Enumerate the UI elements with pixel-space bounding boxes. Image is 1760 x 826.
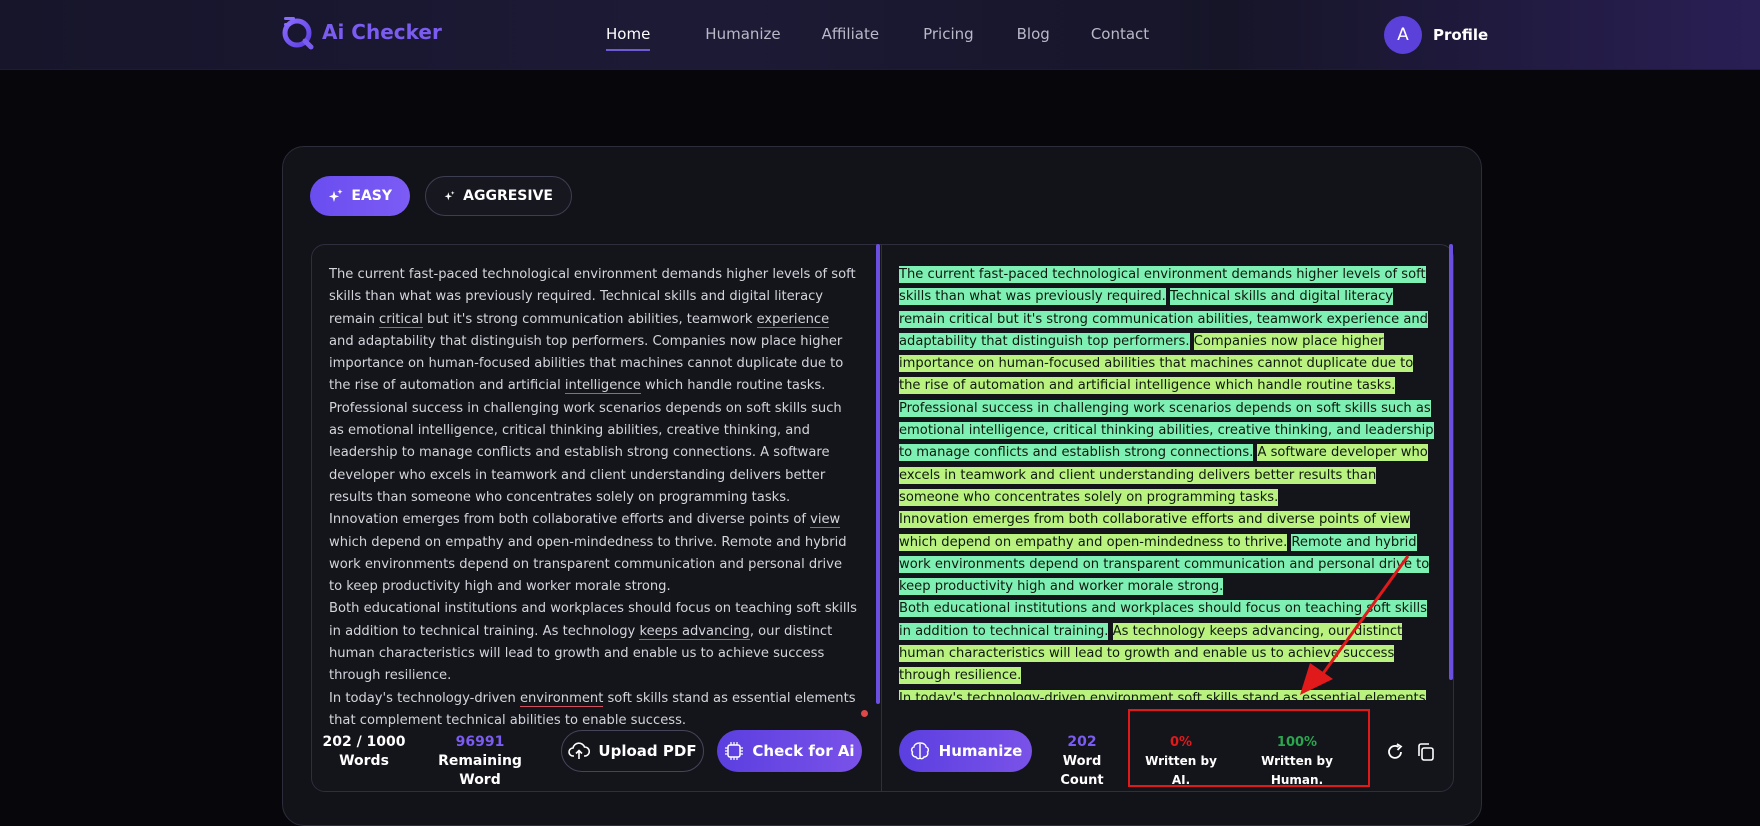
refresh-icon[interactable] [1384, 741, 1406, 763]
main-nav: Home Humanize Affiliate Pricing Blog Con… [606, 25, 1149, 51]
input-text-segment: which handle routine tasks. [640, 378, 826, 394]
input-scrollbar[interactable] [876, 244, 880, 704]
output-paragraph: Professional success in challenging work… [899, 398, 1435, 509]
output-scrollbar[interactable] [1449, 244, 1453, 680]
remaining-words-stat: 96991 Remaining Word [418, 733, 542, 790]
nav-humanize[interactable]: Humanize [705, 25, 780, 43]
input-text-segment: which depend on empathy and open-mindedn… [329, 534, 847, 595]
easy-mode-button[interactable]: EASY [310, 176, 410, 216]
input-text-segment: Professional success in challenging work… [329, 400, 842, 505]
input-textarea[interactable]: The current fast-paced technological env… [329, 264, 857, 732]
flagged-word[interactable]: intelligence [564, 378, 641, 395]
output-text-gap [1108, 623, 1112, 640]
aggressive-mode-label: AGGRESIVE [463, 188, 553, 204]
upload-pdf-button[interactable]: Upload PDF [561, 730, 704, 772]
input-paragraph: In today's technology-driven environment… [329, 688, 857, 733]
input-paragraph: The current fast-paced technological env… [329, 264, 857, 398]
output-word-count-stat: 202 Word Count [1040, 733, 1124, 790]
top-navbar: Ai Checker Home Humanize Affiliate Prici… [0, 0, 1760, 70]
nav-contact[interactable]: Contact [1091, 25, 1149, 43]
nav-affiliate[interactable]: Affiliate [822, 25, 879, 43]
input-paragraph: Innovation emerges from both collaborati… [329, 509, 857, 598]
nav-pricing[interactable]: Pricing [923, 25, 974, 43]
output-word-count-label: Word Count [1060, 754, 1104, 788]
panel-divider [881, 244, 882, 792]
cloud-upload-icon [568, 742, 591, 759]
input-text-segment: but it's strong communication abilities,… [422, 311, 757, 327]
brand-name: Ai Checker [322, 20, 442, 44]
aggressive-mode-button[interactable]: AGGRESIVE [425, 176, 572, 216]
flagged-word[interactable]: experience [756, 311, 830, 328]
flagged-word[interactable]: keeps advancing [639, 623, 750, 640]
brain-icon [910, 742, 929, 760]
check-for-ai-label: Check for Ai [752, 742, 855, 760]
sparkle-icon [328, 189, 343, 202]
nav-home[interactable]: Home [606, 25, 651, 51]
flagged-word[interactable]: environment [519, 690, 604, 707]
humanize-button[interactable]: Humanize [899, 730, 1032, 772]
humanize-label: Humanize [938, 742, 1023, 760]
profile-link[interactable]: Profile [1433, 26, 1488, 44]
flagged-word[interactable]: critical [379, 311, 423, 328]
word-count-label: Words [339, 753, 389, 769]
easy-mode-label: EASY [351, 188, 392, 204]
output-highlighted-text: The current fast-paced technological env… [899, 264, 1435, 708]
logo-icon [282, 17, 314, 50]
nav-blog[interactable]: Blog [1017, 25, 1050, 43]
brand-logo[interactable]: Ai Checker [280, 14, 442, 50]
remaining-words-value: 96991 [455, 734, 505, 750]
flagged-word[interactable]: view [810, 512, 841, 529]
status-dot [861, 710, 868, 717]
word-count-stat: 202 / 1000 Words [318, 733, 410, 771]
input-paragraph: Professional success in challenging work… [329, 398, 857, 509]
upload-pdf-label: Upload PDF [598, 742, 697, 760]
check-for-ai-button[interactable]: Check for Ai [717, 730, 862, 772]
ai-chip-icon [725, 742, 744, 760]
output-paragraph: Both educational institutions and workpl… [899, 598, 1435, 687]
input-paragraph: Both educational institutions and workpl… [329, 598, 857, 687]
output-word-count-value: 202 [1067, 734, 1097, 750]
score-highlight-box [1128, 709, 1370, 787]
sparkle-icon [444, 191, 455, 201]
output-paragraph: Innovation emerges from both collaborati… [899, 509, 1435, 598]
copy-icon[interactable] [1415, 741, 1437, 763]
input-text-segment: Innovation emerges from both collaborati… [329, 512, 811, 528]
word-count-value: 202 / 1000 [322, 734, 406, 750]
remaining-words-label: Remaining Word [438, 753, 522, 788]
avatar[interactable]: A [1384, 16, 1422, 54]
input-text-segment: In today's technology-driven [329, 690, 520, 706]
output-paragraph: The current fast-paced technological env… [899, 264, 1435, 398]
